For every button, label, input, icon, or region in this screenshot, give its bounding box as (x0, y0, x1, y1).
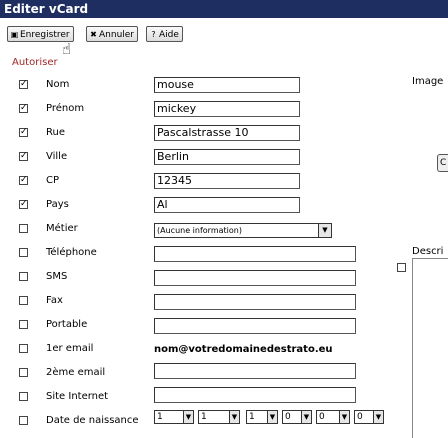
metier-select-value: (Aucune information) (157, 226, 242, 235)
field-label: Ville (46, 151, 68, 162)
field-input[interactable] (154, 363, 356, 379)
autoriser-label: Autoriser (12, 57, 58, 68)
field-label: Rue (46, 127, 65, 138)
chevron-down-icon[interactable]: ▼ (318, 224, 331, 237)
description-textarea[interactable] (412, 258, 448, 438)
field-label: Téléphone (46, 247, 97, 258)
cancel-button[interactable]: ✖ Annuler (86, 26, 139, 42)
birthdate-select-value: 1 (201, 412, 207, 422)
field-input[interactable]: 12345 (154, 173, 300, 189)
birthdate-select-value: 1 (157, 412, 163, 422)
row-checkbox[interactable] (19, 248, 28, 257)
chevron-down-icon[interactable]: ▼ (183, 411, 193, 423)
birthdate-select[interactable]: 1 ▼ (154, 410, 194, 424)
field-label: SMS (46, 271, 68, 282)
row-checkbox[interactable] (19, 224, 28, 233)
floppy-disk-icon: ▣ (10, 30, 19, 39)
field-input[interactable] (154, 387, 356, 403)
field-label: Nom (46, 79, 70, 90)
field-input[interactable] (154, 246, 356, 262)
image-button[interactable]: C (437, 154, 448, 172)
row-checkbox[interactable] (19, 344, 28, 353)
birthdate-select-value: 1 (249, 412, 255, 422)
row-checkbox[interactable]: ✓ (19, 152, 28, 161)
chevron-down-icon[interactable]: ▼ (373, 411, 383, 423)
close-icon: ✖ (90, 30, 97, 39)
metier-select[interactable]: (Aucune information) ▼ (154, 223, 332, 238)
field-input[interactable]: Al (154, 197, 300, 213)
row-checkbox[interactable]: ✓ (19, 128, 28, 137)
field-input[interactable] (154, 318, 356, 334)
image-label: Image (412, 76, 444, 87)
row-checkbox[interactable] (19, 392, 28, 401)
field-input[interactable]: Pascalstrasse 10 (154, 125, 300, 141)
help-button-label: Aide (159, 30, 179, 40)
birthdate-select[interactable]: 0 ▼ (316, 410, 350, 424)
question-icon: ? (151, 30, 156, 39)
row-checkbox[interactable]: ✓ (19, 200, 28, 209)
field-label: 1er email (46, 343, 94, 354)
cancel-button-label: Annuler (99, 30, 135, 40)
chevron-down-icon[interactable]: ▼ (301, 411, 311, 423)
birthdate-select-value: 0 (357, 412, 363, 422)
description-checkbox[interactable] (397, 263, 406, 272)
chevron-down-icon[interactable]: ▼ (229, 411, 239, 423)
field-input[interactable]: Berlin (154, 149, 300, 165)
field-input[interactable]: mickey (154, 101, 300, 117)
field-label: 2ème email (46, 367, 106, 378)
field-input[interactable] (154, 270, 356, 286)
field-label: Date de naissance (46, 415, 139, 426)
description-label: Descri (412, 246, 444, 257)
birthdate-select-value: 0 (319, 412, 325, 422)
help-button[interactable]: ? Aide (146, 26, 183, 42)
birthdate-select[interactable]: 1 ▼ (198, 410, 240, 424)
row-checkbox[interactable]: ✓ (19, 104, 28, 113)
field-input[interactable]: mouse (154, 77, 300, 93)
birthdate-select-value: 0 (285, 412, 291, 422)
field-input[interactable] (154, 294, 356, 310)
row-checkbox[interactable]: ✓ (19, 80, 28, 89)
row-checkbox[interactable] (19, 320, 28, 329)
field-label: Pays (46, 199, 69, 210)
window-title: Editer vCard (0, 0, 448, 18)
field-label: Portable (46, 319, 88, 330)
field-label: Prénom (46, 103, 85, 114)
birthdate-select[interactable]: 0 ▼ (354, 410, 384, 424)
row-checkbox[interactable] (19, 296, 28, 305)
row-checkbox[interactable]: ✓ (19, 176, 28, 185)
save-button-label: Enregistrer (20, 30, 70, 40)
field-label: Fax (46, 295, 63, 306)
email-value: nom@votredomainedestrato.eu (154, 344, 333, 355)
field-label: Site Internet (46, 391, 109, 402)
hand-cursor-icon: ☝ (62, 40, 72, 58)
chevron-down-icon[interactable]: ▼ (339, 411, 349, 423)
row-checkbox[interactable] (19, 416, 28, 425)
birthdate-select[interactable]: 0 ▼ (282, 410, 312, 424)
field-label: CP (46, 175, 60, 186)
field-label: Métier (46, 223, 78, 234)
chevron-down-icon[interactable]: ▼ (267, 411, 277, 423)
row-checkbox[interactable] (19, 368, 28, 377)
row-checkbox[interactable] (19, 272, 28, 281)
birthdate-select[interactable]: 1 ▼ (246, 410, 278, 424)
